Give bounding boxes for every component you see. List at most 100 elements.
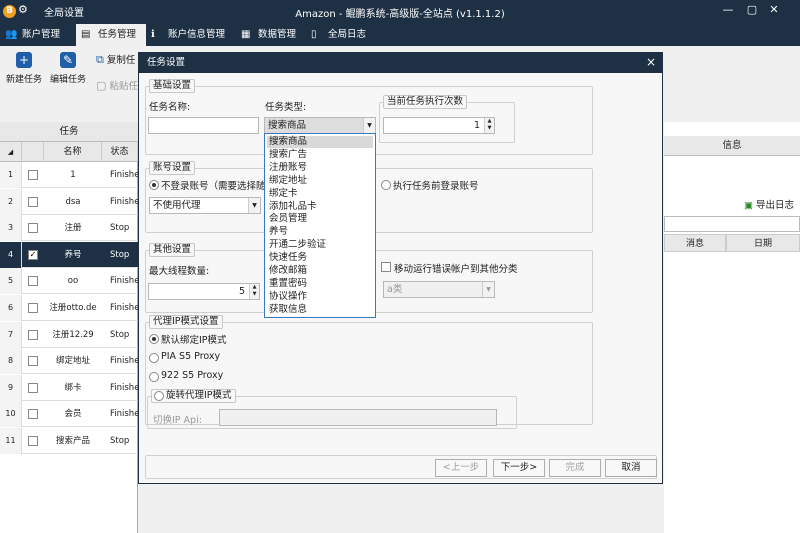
menu-global-log[interactable]: ▯ 全局日志 — [306, 24, 372, 46]
dropdown-option[interactable]: 重置密码 — [267, 278, 373, 290]
dialog-close-button[interactable]: × — [646, 55, 656, 69]
row-number: 1 — [0, 162, 22, 188]
task-settings-dialog: 任务设置 × 基础设置 任务名称: 任务类型: 搜索商品 ▼ 当前任务执行次数 1… — [138, 52, 663, 484]
login-before-radio[interactable] — [381, 180, 391, 190]
table-row[interactable]: 4 ✓ 养号 Stop — [0, 241, 138, 268]
table-row[interactable]: 3 注册 Stop — [0, 215, 138, 242]
switch-api-input[interactable] — [219, 409, 497, 426]
minimize-button[interactable]: — — [718, 3, 738, 16]
row-name: 注册12.29 — [52, 329, 94, 340]
pencil-icon: ✎ — [60, 52, 76, 68]
row-checkbox[interactable] — [28, 303, 38, 313]
table-row[interactable]: 5 oo Finishe — [0, 268, 138, 295]
dropdown-option[interactable]: 搜索广告 — [267, 149, 373, 161]
row-status: Stop — [110, 329, 130, 340]
sort-header-cell[interactable]: ◢ — [0, 142, 22, 162]
finish-button[interactable]: 完成 — [549, 459, 601, 477]
copy-icon: ⧉ — [96, 53, 104, 66]
dropdown-option[interactable]: 绑定地址 — [267, 175, 373, 187]
dropdown-option[interactable]: 协议操作 — [267, 291, 373, 303]
exec-count-stepper[interactable]: 1 ▲ ▼ — [383, 117, 495, 134]
dropdown-option[interactable]: 会员管理 — [267, 213, 373, 225]
row-name: dsa — [65, 196, 81, 207]
dropdown-option[interactable]: 快速任务 — [267, 252, 373, 264]
dropdown-option[interactable]: 开通二步验证 — [267, 239, 373, 251]
row-checkbox[interactable]: ✓ — [28, 249, 38, 260]
column-header-status[interactable]: 状态 — [102, 142, 138, 162]
default-ip-radio[interactable] — [149, 334, 159, 344]
new-task-button[interactable]: + 新建任务 — [6, 52, 42, 85]
row-checkbox[interactable] — [28, 170, 38, 180]
table-row[interactable]: 11 搜索产品 Stop — [0, 428, 138, 454]
dropdown-option[interactable]: 注册账号 — [267, 162, 373, 174]
category-select[interactable]: a类 ▼ — [383, 281, 495, 298]
log-filter-input[interactable] — [664, 216, 800, 232]
main-menu: 👥 账户管理 ▤ 任务管理 ℹ 账户信息管理 ▦ 数据管理 ▯ 全局日志 — [0, 24, 800, 46]
cancel-button[interactable]: 取消 — [605, 459, 657, 477]
row-checkbox[interactable] — [28, 223, 38, 234]
move-error-checkbox[interactable] — [381, 262, 391, 272]
no-login-radio[interactable] — [149, 180, 159, 190]
spin-arrows-icon[interactable]: ▲ ▼ — [249, 284, 259, 299]
paste-task-button[interactable]: ▢ 粘贴任 — [96, 78, 138, 92]
row-checkbox[interactable] — [28, 329, 38, 340]
row-checkbox[interactable] — [28, 276, 38, 287]
task-name-input[interactable] — [148, 117, 259, 134]
row-checkbox[interactable] — [28, 356, 38, 367]
menu-account-info[interactable]: ℹ 账户信息管理 — [146, 24, 228, 46]
task-type-select[interactable]: 搜索商品 ▼ — [264, 117, 376, 134]
dropdown-option[interactable]: 修改邮箱 — [267, 265, 373, 277]
column-header-message[interactable]: 消息 — [664, 234, 726, 252]
spin-arrows-icon[interactable]: ▲ ▼ — [484, 118, 494, 133]
row-checkbox[interactable] — [28, 436, 38, 446]
column-header-name[interactable]: 名称 — [44, 142, 102, 162]
switch-api-label: 切换IP Api: — [153, 415, 202, 426]
dropdown-option[interactable]: 搜索商品 — [267, 136, 373, 148]
table-row[interactable]: 7 注册12.29 Stop — [0, 321, 138, 348]
next-button[interactable]: 下一步> — [493, 459, 545, 477]
row-name: 绑定地址 — [55, 356, 90, 367]
row-checkbox[interactable] — [28, 196, 38, 207]
export-log-button[interactable]: ▣ 导出日志 — [744, 197, 794, 211]
table-row[interactable]: 6 注册otto.de Finishe — [0, 295, 138, 321]
pia-proxy-radio[interactable] — [149, 353, 159, 363]
row-name: 注册 — [64, 223, 82, 234]
close-window-button[interactable]: ✕ — [764, 3, 784, 16]
other-settings-legend: 其他设置 — [149, 243, 196, 257]
dropdown-option[interactable]: 绑定卡 — [267, 188, 373, 200]
menu-data-management[interactable]: ▦ 数据管理 — [236, 24, 302, 46]
sort-arrow-icon: ◢ — [7, 148, 14, 156]
prev-button[interactable]: <上一步 — [435, 459, 487, 477]
menu-task-management[interactable]: ▤ 任务管理 — [76, 24, 146, 46]
max-threads-label: 最大线程数量: — [149, 266, 210, 277]
dropdown-option[interactable]: 获取信息 — [267, 304, 373, 316]
table-row[interactable]: 1 1 Finishe — [0, 162, 138, 188]
dropdown-option[interactable]: 养号 — [267, 226, 373, 238]
maximize-button[interactable]: ▢ — [742, 3, 762, 16]
copy-task-button[interactable]: ⧉ 复制任 — [96, 52, 135, 67]
table-row[interactable]: 8 绑定地址 Finishe — [0, 348, 138, 375]
edit-task-button[interactable]: ✎ 编辑任务 — [50, 52, 86, 85]
proxy-select[interactable]: 不使用代理 ▼ — [149, 197, 261, 214]
dropdown-option[interactable]: 添加礼品卡 — [267, 201, 373, 213]
table-row[interactable]: 2 dsa Finishe — [0, 188, 138, 215]
task-toolbar: + 新建任务 ✎ 编辑任务 ⧉ 复制任 ▢ 粘贴任 — [0, 46, 140, 122]
max-threads-stepper[interactable]: 5 ▲ ▼ — [148, 283, 260, 300]
row-checkbox[interactable] — [28, 409, 38, 420]
row-name: 注册otto.de — [49, 303, 97, 313]
column-header-date[interactable]: 日期 — [726, 234, 800, 252]
table-row[interactable]: 10 会员 Finishe — [0, 401, 138, 428]
move-error-label: 移动运行错误帐户到其他分类 — [394, 264, 518, 275]
row-name: 绑卡 — [64, 382, 82, 393]
chevron-down-icon: ▼ — [248, 198, 260, 213]
row-name: oo — [67, 276, 79, 287]
menu-account-management[interactable]: 👥 账户管理 — [0, 24, 66, 46]
922-proxy-radio[interactable] — [149, 372, 159, 382]
row-checkbox[interactable] — [28, 382, 38, 393]
chevron-down-icon: ▼ — [482, 282, 494, 297]
rotate-proxy-radio[interactable] — [154, 391, 164, 401]
row-number: 7 — [0, 321, 22, 348]
row-number: 3 — [0, 215, 22, 242]
table-row[interactable]: 9 绑卡 Finishe — [0, 374, 138, 401]
log-icon: ▯ — [311, 29, 317, 40]
